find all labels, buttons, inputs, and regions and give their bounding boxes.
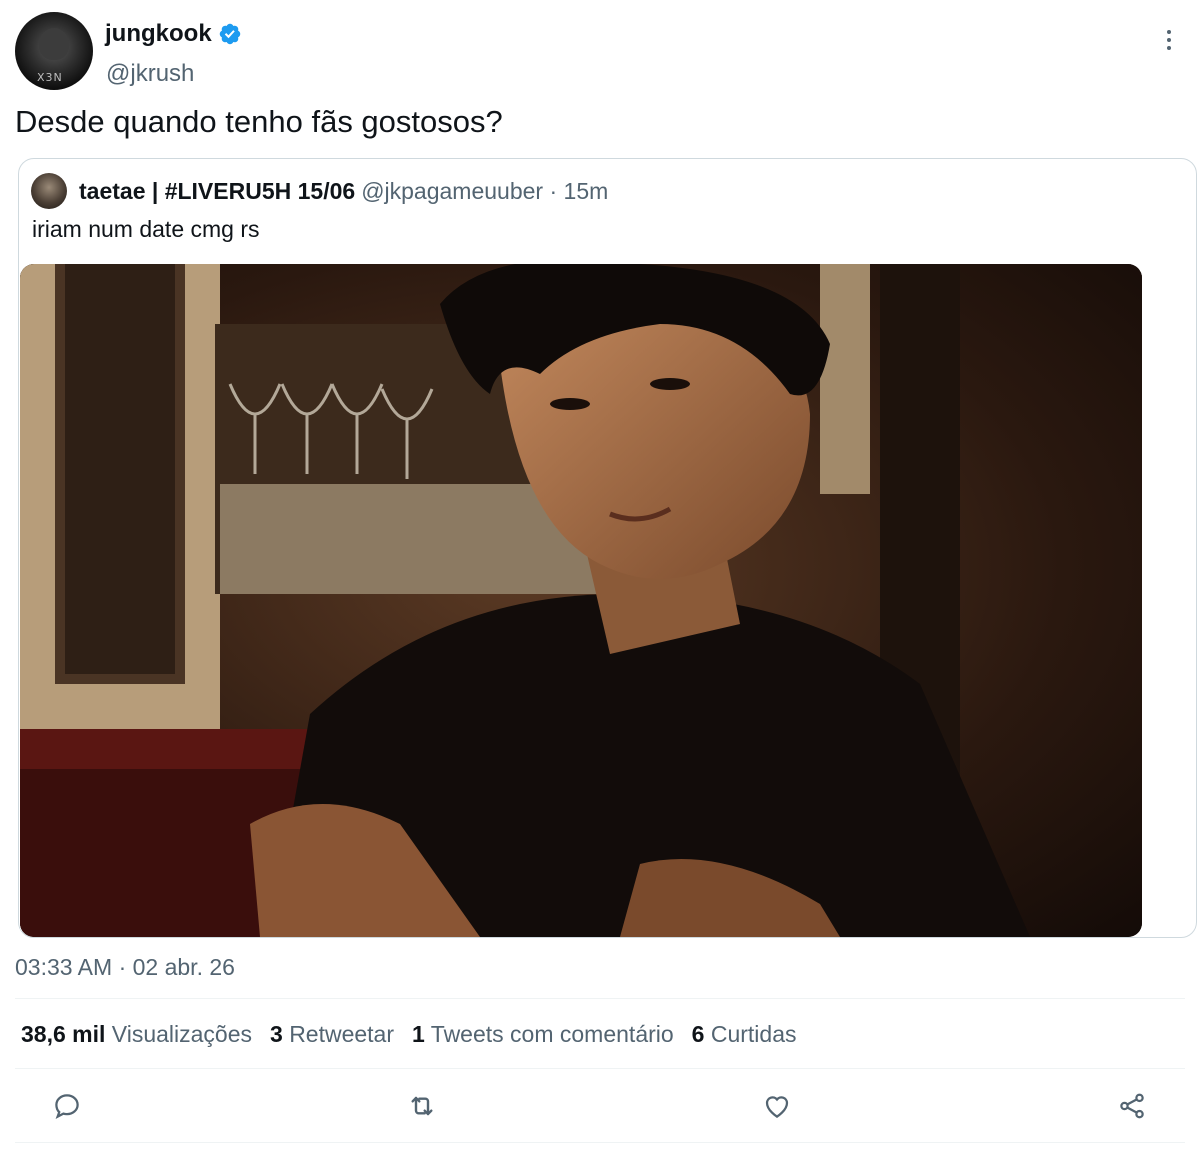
verified-badge-icon — [219, 23, 240, 45]
stat-likes-label: Curtidas — [710, 1021, 797, 1047]
retweet-icon[interactable] — [400, 1084, 444, 1128]
stat-views-count: 38,6 mil — [21, 1021, 106, 1047]
tweet-timestamp[interactable]: 03:33 AM · 02 abr. 26 — [15, 954, 235, 981]
like-icon[interactable] — [755, 1084, 799, 1128]
stat-quotes-label: Tweets com comentário — [430, 1021, 674, 1047]
stat-views[interactable]: 38,6 mil Visualizações — [21, 1021, 252, 1048]
reply-icon[interactable] — [45, 1084, 89, 1128]
tweet-actions — [0, 1084, 1200, 1128]
quoted-author-handle: @jkpagameuuber — [361, 177, 544, 204]
quoted-tweet-header: taetae | #LIVERU5H 15/06 @jkpagameuuber … — [31, 173, 608, 209]
stat-retweets[interactable]: 3 Retweetar — [270, 1021, 394, 1048]
divider-bottom — [15, 1142, 1185, 1143]
tweet-text: Desde quando tenho fãs gostosos? — [15, 104, 503, 139]
quoted-tweet-photo[interactable] — [20, 264, 1142, 937]
quoted-author-avatar — [31, 173, 67, 209]
author-name-row: jungkook — [105, 20, 242, 48]
stat-retweets-count: 3 — [270, 1021, 283, 1047]
divider-middle — [15, 1068, 1185, 1069]
stat-retweets-label: Retweetar — [289, 1021, 395, 1047]
author-handle[interactable]: @jkrush — [106, 60, 194, 88]
more-options-icon[interactable] — [1155, 26, 1183, 54]
quoted-time: 15m — [563, 177, 609, 204]
stat-likes[interactable]: 6 Curtidas — [692, 1021, 797, 1048]
divider-top — [15, 998, 1185, 999]
tweet-stats: 38,6 mil Visualizações 3 Retweetar 1 Twe… — [21, 1021, 797, 1048]
avatar-watermark: X3N — [37, 71, 63, 84]
avatar-figure — [39, 28, 69, 60]
author-avatar[interactable]: X3N — [15, 12, 93, 90]
author-display-name[interactable]: jungkook — [105, 20, 212, 48]
stat-quotes-count: 1 — [412, 1021, 425, 1047]
stat-views-label: Visualizações — [111, 1021, 252, 1047]
quoted-author-name: taetae | #LIVERU5H 15/06 — [79, 177, 356, 204]
photo-content — [20, 264, 1142, 937]
quoted-separator: · — [549, 177, 558, 204]
stat-likes-count: 6 — [691, 1021, 705, 1047]
stat-quotes[interactable]: 1 Tweets com comentário — [412, 1021, 674, 1048]
share-icon[interactable] — [1110, 1084, 1154, 1128]
quoted-tweet-text: iriam num date cmg rs — [32, 216, 260, 242]
quoted-tweet-card[interactable]: taetae | #LIVERU5H 15/06 @jkpagameuuber … — [18, 158, 1197, 938]
tweet-header: X3N jungkook @jkrush — [15, 12, 1185, 92]
